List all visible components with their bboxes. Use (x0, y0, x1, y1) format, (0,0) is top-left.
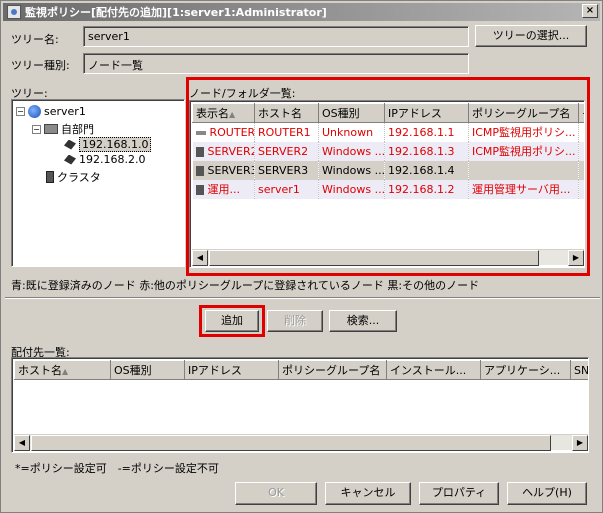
ok-button[interactable]: OK (235, 482, 317, 505)
column-snmp[interactable]: SNMI (570, 360, 588, 380)
collapse-icon[interactable]: − (32, 124, 41, 134)
select-tree-button[interactable]: ツリーの選択... (475, 25, 587, 47)
help-button[interactable]: ヘルプ(H) (507, 482, 587, 505)
column-ip-address[interactable]: IPアドレス (184, 360, 279, 380)
cancel-button[interactable]: キャンセル (325, 482, 411, 505)
target-list-hscrollbar[interactable]: ◀ ▶ (14, 434, 588, 451)
globe-icon (28, 105, 41, 118)
target-list-table[interactable]: ホスト名▲ OS種別 IPアドレス ポリシーグループ名 インストール... アプ… (11, 357, 589, 453)
network-icon (64, 154, 76, 165)
tree-node-label: クラスタ (57, 171, 101, 184)
scroll-thumb[interactable] (31, 435, 551, 451)
close-button[interactable]: × (582, 4, 598, 18)
tree-node-network-1[interactable]: 192.168.1.0 (64, 137, 152, 152)
tree-node-label: 192.168.1.0 (79, 137, 152, 152)
separator (5, 297, 600, 299)
tree-type-field: ノード一覧 (83, 53, 469, 74)
column-os-type[interactable]: OS種別 (110, 360, 185, 380)
cluster-icon (46, 171, 54, 183)
tree-node-label: server1 (44, 105, 86, 118)
column-policy-group[interactable]: ポリシーグループ名 (278, 360, 387, 380)
tree-node-label: 192.168.2.0 (79, 153, 146, 166)
window-title: 監視ポリシー[配付先の追加][1:server1:Administrator] (25, 6, 327, 19)
network-icon (64, 139, 76, 150)
column-install[interactable]: インストール... (386, 360, 481, 380)
tree-node-network-2[interactable]: 192.168.2.0 (64, 153, 145, 166)
collapse-icon[interactable]: − (16, 107, 25, 116)
tree-name-field: server1 (83, 26, 469, 47)
dialog-window: 監視ポリシー[配付先の追加][1:server1:Administrator] … (0, 0, 603, 513)
tree-name-label: ツリー名: (11, 33, 59, 46)
add-button[interactable]: 追加 (205, 310, 259, 332)
tree-node-server1[interactable]: − server1 (16, 105, 86, 118)
footnote: *=ポリシー設定可 -=ポリシー設定不可 (15, 462, 219, 475)
title-bar: 監視ポリシー[配付先の追加][1:server1:Administrator] … (3, 3, 600, 21)
scroll-left-button[interactable]: ◀ (14, 435, 30, 451)
target-list-header: ホスト名▲ OS種別 IPアドレス ポリシーグループ名 インストール... アプ… (14, 360, 588, 380)
folder-icon (44, 124, 58, 134)
tree-view[interactable]: − server1 − 自部門 192.168.1.0 192.168.2.0 … (11, 99, 185, 267)
properties-button[interactable]: プロパティ (419, 482, 499, 505)
scroll-right-button[interactable]: ▶ (572, 435, 588, 451)
tree-node-label: 自部門 (61, 123, 94, 136)
tree-node-department[interactable]: − 自部門 (32, 121, 94, 137)
legend-text: 青:既に登録済みのノード 赤:他のポリシーグループに登録されているノード 黒:そ… (11, 279, 480, 292)
tree-node-cluster[interactable]: クラスタ (46, 169, 101, 185)
column-host-name[interactable]: ホスト名▲ (14, 360, 111, 380)
delete-button[interactable]: 削除 (267, 310, 323, 332)
column-application[interactable]: アプリケーシ... (480, 360, 571, 380)
app-icon (7, 5, 21, 19)
node-list-highlight (186, 77, 590, 276)
tree-type-label: ツリー種別: (11, 59, 70, 72)
search-button[interactable]: 検索... (329, 310, 397, 332)
